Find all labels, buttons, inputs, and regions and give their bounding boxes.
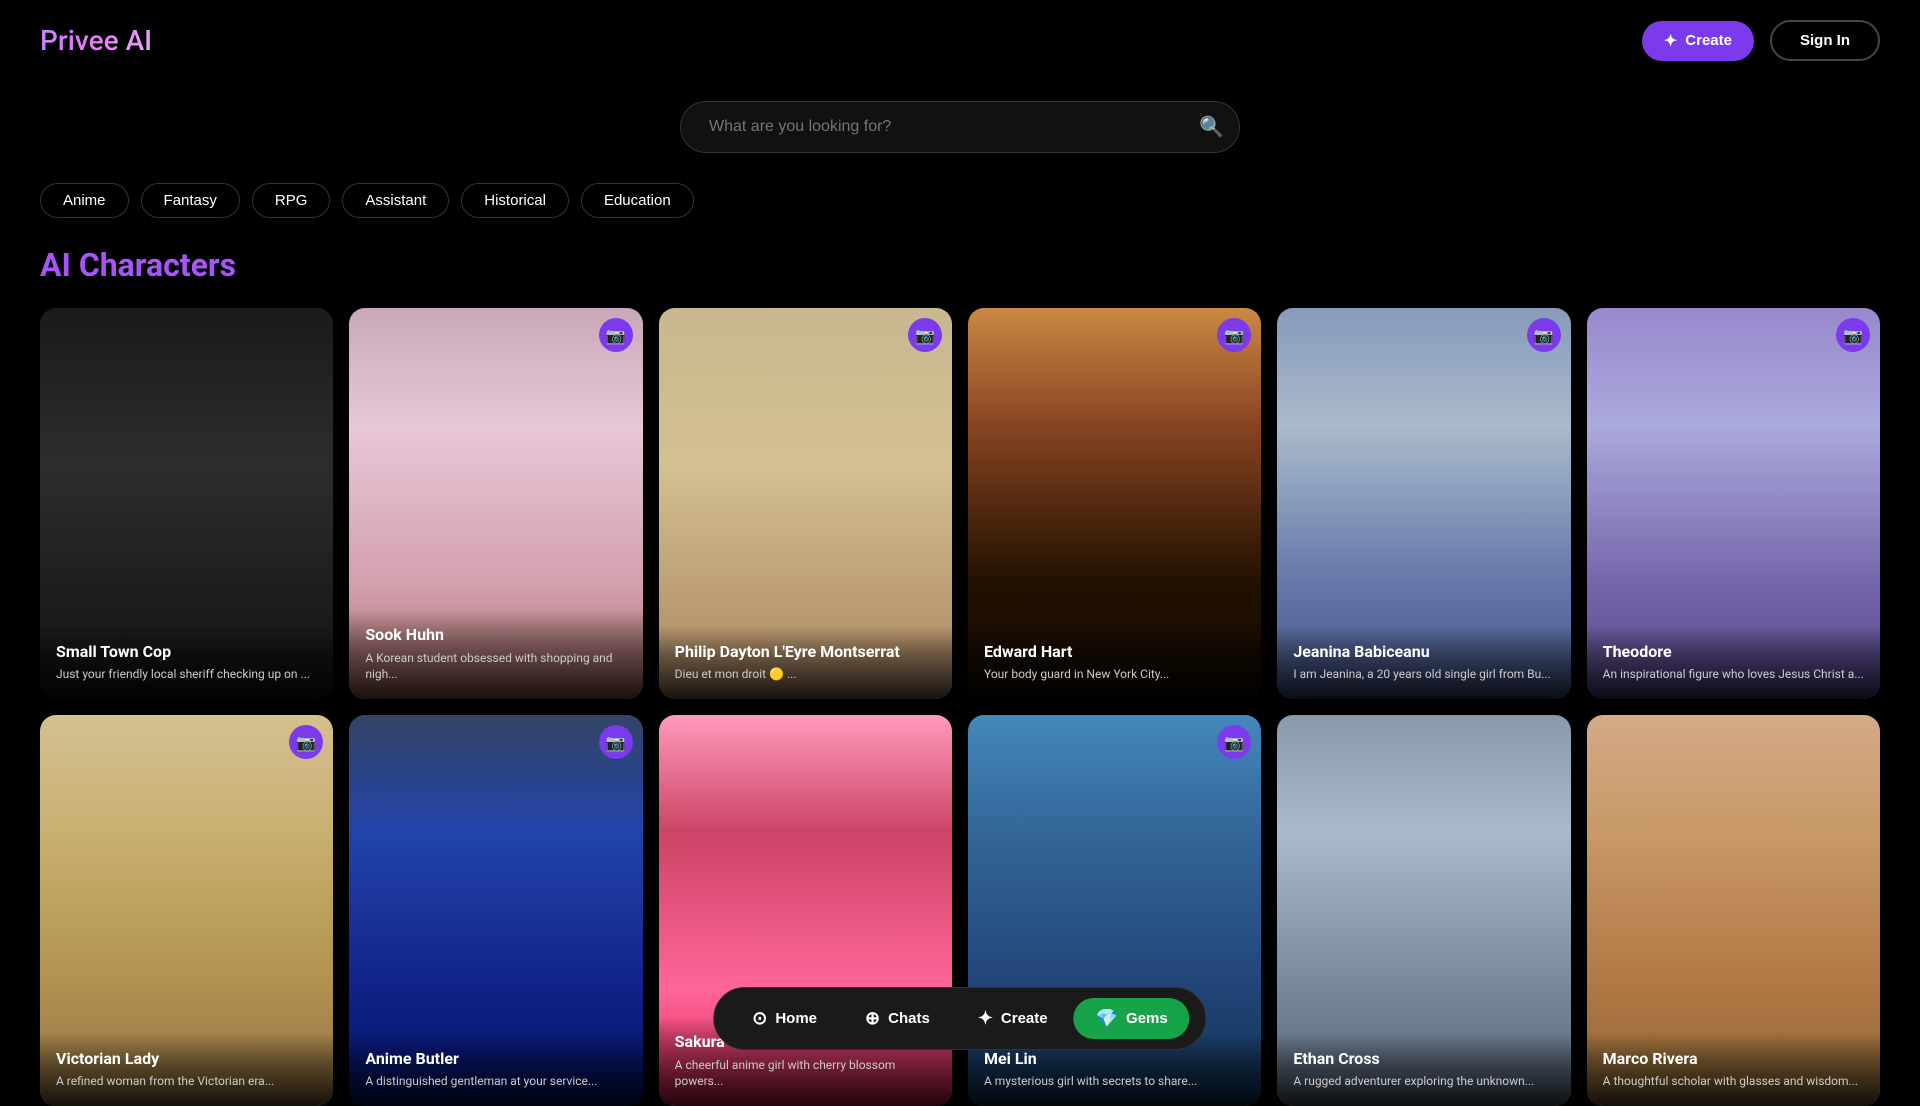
gems-nav-icon: 💎 (1096, 1008, 1118, 1029)
filter-tags: Anime Fantasy RPG Assistant Historical Educat… (0, 183, 1920, 246)
camera-icon: 📷 (1527, 318, 1561, 352)
card-overlay: Edward Hart Your body guard in New York C… (968, 626, 1261, 700)
nav-item-chats[interactable]: ⊕ Chats (843, 998, 952, 1039)
bottom-nav: ⊙ Home ⊕ Chats ✦ Create 💎 Gems (713, 987, 1206, 1050)
gems-nav-label: Gems (1126, 1010, 1168, 1027)
character-description: Dieu et mon droit 🟡 ... (675, 666, 936, 683)
nav-item-gems[interactable]: 💎 Gems (1074, 998, 1190, 1039)
character-name: Mei Lin (984, 1049, 1245, 1070)
character-name: Philip Dayton L'Eyre Montserrat (675, 642, 936, 663)
character-name: Sook Huhn (365, 625, 626, 646)
character-name: Edward Hart (984, 642, 1245, 663)
filter-tag-assistant[interactable]: Assistant (342, 183, 449, 218)
character-card[interactable]: Marco Rivera A thoughtful scholar with gl… (1587, 715, 1880, 1106)
camera-icon: 📷 (599, 725, 633, 759)
search-button[interactable]: 🔍 (1199, 115, 1224, 140)
nav-item-create[interactable]: ✦ Create (956, 998, 1070, 1039)
character-description: A rugged adventurer exploring the unknow… (1293, 1073, 1554, 1090)
character-card[interactable]: 📷 Jeanina Babiceanu I am Jeanina, a 20 yea… (1277, 308, 1570, 699)
character-description: A cheerful anime girl with cherry blosso… (675, 1057, 936, 1091)
character-card[interactable]: 📷Edward HartYour body guard in New York … (968, 308, 1261, 699)
create-nav-label: Create (1001, 1010, 1048, 1027)
character-name: Theodore (1603, 642, 1864, 663)
character-name: Small Town Cop (56, 642, 317, 663)
character-card[interactable]: 📷Victorian LadyA refined woman from the … (40, 715, 333, 1106)
signin-button[interactable]: Sign In (1770, 20, 1880, 61)
character-description: An inspirational figure who loves Jesus … (1603, 666, 1864, 683)
sparkle-icon: ✦ (1664, 31, 1677, 51)
card-overlay: Ethan Cross A rugged adventurer exploring… (1277, 1033, 1570, 1106)
character-card[interactable]: 📷 Theodore An inspirational figure who lov… (1587, 308, 1880, 699)
card-overlay: Marco Rivera A thoughtful scholar with gl… (1587, 1033, 1880, 1106)
character-description: A thoughtful scholar with glasses and wi… (1603, 1073, 1864, 1090)
character-card[interactable]: 📷 Sook Huhn A Korean student obsessed with… (349, 308, 642, 699)
nav-item-home[interactable]: ⊙ Home (730, 998, 839, 1039)
create-nav-icon: ✦ (978, 1008, 993, 1029)
filter-tag-historical[interactable]: Historical (461, 183, 569, 218)
character-description: A mysterious girl with secrets to share.… (984, 1073, 1245, 1090)
camera-icon: 📷 (599, 318, 633, 352)
filter-tag-rpg[interactable]: RPG (252, 183, 331, 218)
character-card[interactable]: Ethan Cross A rugged adventurer exploring… (1277, 715, 1570, 1106)
search-input[interactable] (680, 101, 1240, 153)
character-card[interactable]: Small Town Cop Just your friendly local s… (40, 308, 333, 699)
character-name: Victorian Lady (56, 1049, 317, 1070)
home-nav-icon: ⊙ (752, 1008, 767, 1029)
card-overlay: Philip Dayton L'Eyre Montserrat Dieu et m… (659, 626, 952, 700)
character-card[interactable]: 📷 Anime Butler A distinguished gentleman a… (349, 715, 642, 1106)
search-icon: 🔍 (1199, 117, 1224, 139)
camera-icon: 📷 (1836, 318, 1870, 352)
card-overlay: Anime Butler A distinguished gentleman at… (349, 1033, 642, 1106)
filter-tag-education[interactable]: Education (581, 183, 694, 218)
home-nav-label: Home (775, 1010, 817, 1027)
character-description: A Korean student obsessed with shopping … (365, 650, 626, 684)
character-description: A refined woman from the Victorian era..… (56, 1073, 317, 1090)
character-description: Just your friendly local sheriff checkin… (56, 666, 317, 683)
card-overlay: Small Town Cop Just your friendly local s… (40, 626, 333, 700)
card-overlay: Theodore An inspirational figure who love… (1587, 626, 1880, 700)
filter-tag-anime[interactable]: Anime (40, 183, 129, 218)
search-container: 🔍 (680, 101, 1240, 153)
character-name: Anime Butler (365, 1049, 626, 1070)
section-title: AI Characters (0, 246, 1920, 308)
app-logo: Privee AI (40, 24, 152, 57)
card-overlay: Jeanina Babiceanu I am Jeanina, a 20 year… (1277, 626, 1570, 700)
character-description: A distinguished gentleman at your servic… (365, 1073, 626, 1090)
character-name: Marco Rivera (1603, 1049, 1864, 1070)
camera-icon: 📷 (908, 318, 942, 352)
card-overlay: Victorian Lady A refined woman from the V… (40, 1033, 333, 1106)
character-card[interactable]: 📷 Philip Dayton L'Eyre Montserrat Dieu et … (659, 308, 952, 699)
card-overlay: Sook Huhn A Korean student obsessed with … (349, 609, 642, 699)
chats-nav-label: Chats (888, 1010, 930, 1027)
character-description: I am Jeanina, a 20 years old single girl… (1293, 666, 1554, 683)
chats-nav-icon: ⊕ (865, 1008, 880, 1029)
character-name: Ethan Cross (1293, 1049, 1554, 1070)
search-area: 🔍 (0, 81, 1920, 183)
character-name: Jeanina Babiceanu (1293, 642, 1554, 663)
filter-tag-fantasy[interactable]: Fantasy (141, 183, 240, 218)
character-description: Your body guard in New York City... (984, 666, 1245, 683)
header-actions: ✦ Create Sign In (1642, 20, 1880, 61)
header: Privee AI ✦ Create Sign In (0, 0, 1920, 81)
create-button[interactable]: ✦ Create (1642, 21, 1754, 61)
